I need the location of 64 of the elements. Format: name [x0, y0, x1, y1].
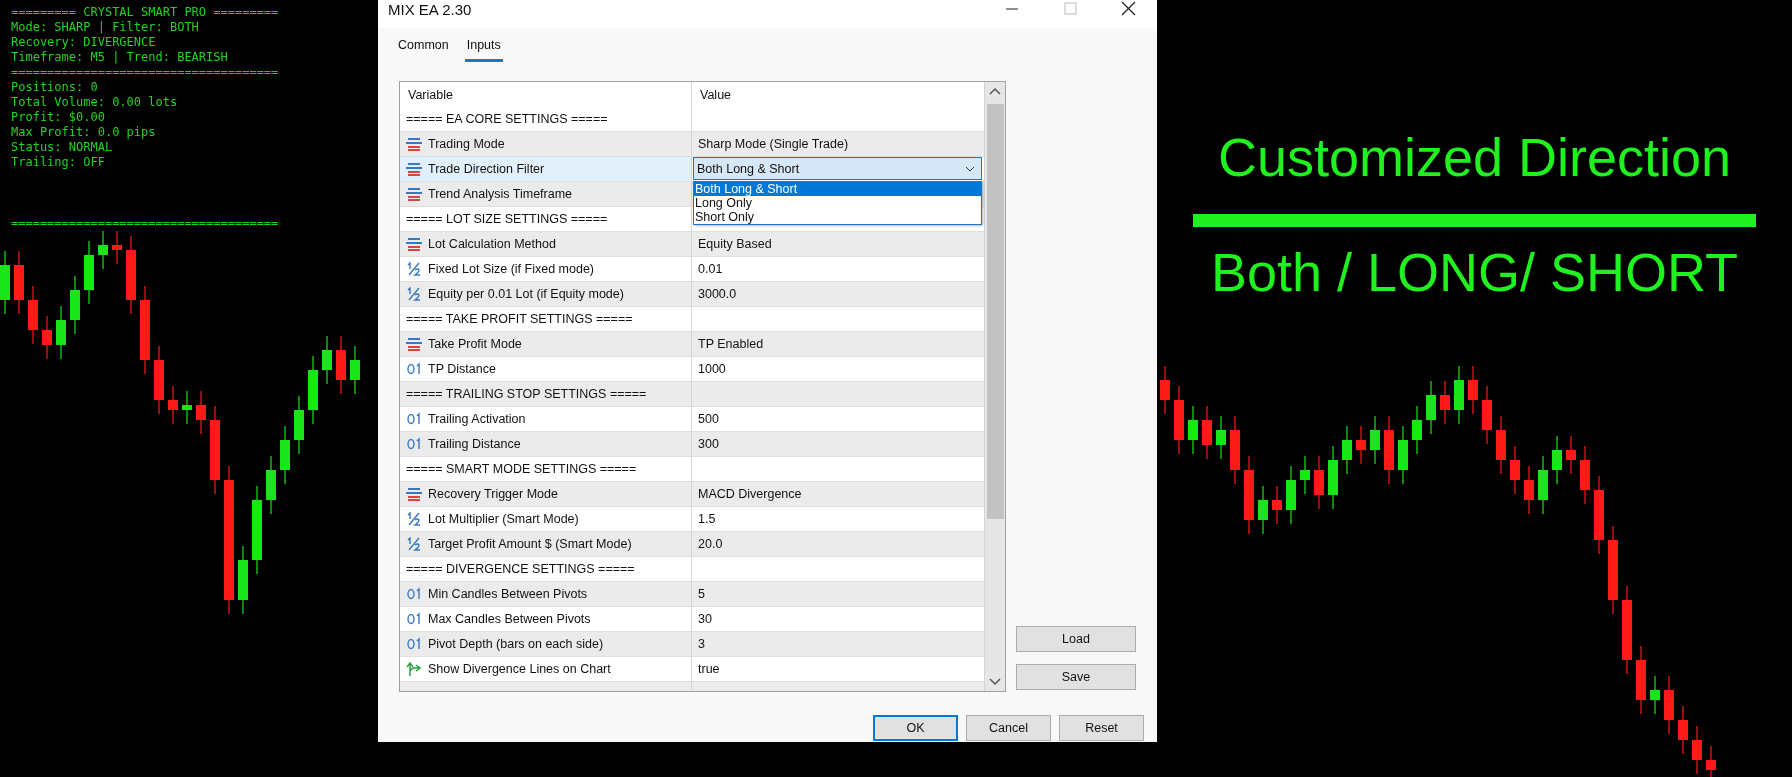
status-line: Trailing: OFF [11, 155, 106, 170]
variable-name: Pivot Depth (bars on each side) [428, 637, 604, 651]
banner-title: Customized Direction [1217, 126, 1732, 188]
status-line: Positions: 0 [11, 80, 99, 95]
variable-name: Target Profit Amount $ (Smart Mode) [428, 537, 632, 551]
variable-name: Lot Calculation Method [428, 237, 556, 251]
window-title: MIX EA 2.30 [388, 0, 473, 18]
value-text[interactable]: 500 [698, 412, 719, 426]
tab[interactable]: Common [396, 36, 451, 62]
status-line: Max Profit: 0.0 pips [11, 125, 157, 140]
status-line: Timeframe: M5 | Trend: BEARISH [11, 50, 229, 65]
dropdown-option[interactable]: Long Only [694, 196, 981, 210]
variable-name: Trailing Activation [428, 412, 526, 426]
value-text[interactable]: TP Enabled [698, 337, 764, 351]
status-line: Status: NORMAL [11, 140, 114, 155]
variable-name: Trade Direction Filter [428, 162, 545, 176]
side-button[interactable]: Save [1016, 664, 1136, 690]
section-heading: ===== LOT SIZE SETTINGS ===== [406, 212, 608, 226]
dropdown-option[interactable]: Both Long & Short [694, 182, 981, 196]
section-heading: ===== TRAILING STOP SETTINGS ===== [406, 387, 647, 401]
status-line: ========= CRYSTAL SMART PRO ========= [11, 5, 279, 20]
dropdown-option[interactable]: Short Only [694, 210, 981, 224]
variable-name: Recovery Trigger Mode [428, 487, 558, 501]
variable-name: Show Divergence Lines on Chart [428, 662, 611, 676]
variable-name: Lot Multiplier (Smart Mode) [428, 512, 579, 526]
value-text[interactable]: 30 [698, 612, 712, 626]
value-text[interactable]: Sharp Mode (Single Trade) [698, 137, 849, 151]
dialog-button[interactable]: Reset [1059, 715, 1144, 741]
section-heading: ===== SMART MODE SETTINGS ===== [406, 462, 637, 476]
variable-name: Max Candles Between Pivots [428, 612, 591, 626]
variable-name: Equity per 0.01 Lot (if Equity mode) [428, 287, 624, 301]
value-text[interactable]: true [698, 662, 720, 676]
section-heading: ===== TAKE PROFIT SETTINGS ===== [406, 312, 633, 326]
variable-name: Trailing Distance [428, 437, 521, 451]
variable-name: TP Distance [428, 362, 496, 376]
status-line: Profit: $0.00 [11, 110, 106, 125]
value-text[interactable]: Equity Based [698, 237, 772, 251]
value-text[interactable]: MACD Divergence [698, 487, 802, 501]
dialog-button[interactable]: OK [873, 715, 958, 741]
value-text[interactable]: 0.01 [698, 262, 723, 276]
value-text[interactable]: 1.5 [698, 512, 716, 526]
direction-dropdown[interactable]: Both Long & Short [693, 157, 982, 180]
value-text[interactable]: 5 [698, 587, 705, 601]
value-text[interactable]: 3000.0 [698, 287, 737, 301]
value-text[interactable]: 3 [698, 637, 705, 651]
dialog-button[interactable]: Cancel [966, 715, 1051, 741]
variable-name: Min Candles Between Pivots [428, 587, 588, 601]
section-heading: ===== EA CORE SETTINGS ===== [406, 112, 608, 126]
variable-name: Trading Mode [428, 137, 505, 151]
variable-name: Fixed Lot Size (if Fixed mode) [428, 262, 595, 276]
value-text[interactable]: 20.0 [698, 537, 723, 551]
section-heading: ===== DIVERGENCE SETTINGS ===== [406, 562, 635, 576]
banner-subtitle: Both / LONG/ SHORT [1210, 241, 1739, 303]
status-line: Mode: SHARP | Filter: BOTH [11, 20, 200, 35]
variable-name: Trend Analysis Timeframe [428, 187, 573, 201]
variable-name: Take Profit Mode [428, 337, 522, 351]
status-line: ===================================== [11, 216, 279, 231]
value-text[interactable]: 1000 [698, 362, 726, 376]
side-button[interactable]: Load [1016, 626, 1136, 652]
status-line: Recovery: DIVERGENCE [11, 35, 157, 50]
tab[interactable]: Inputs [464, 36, 503, 62]
status-line: Total Volume: 0.00 lots [11, 95, 179, 110]
value-text[interactable]: 300 [698, 437, 719, 451]
status-line: ===================================== [11, 65, 279, 80]
